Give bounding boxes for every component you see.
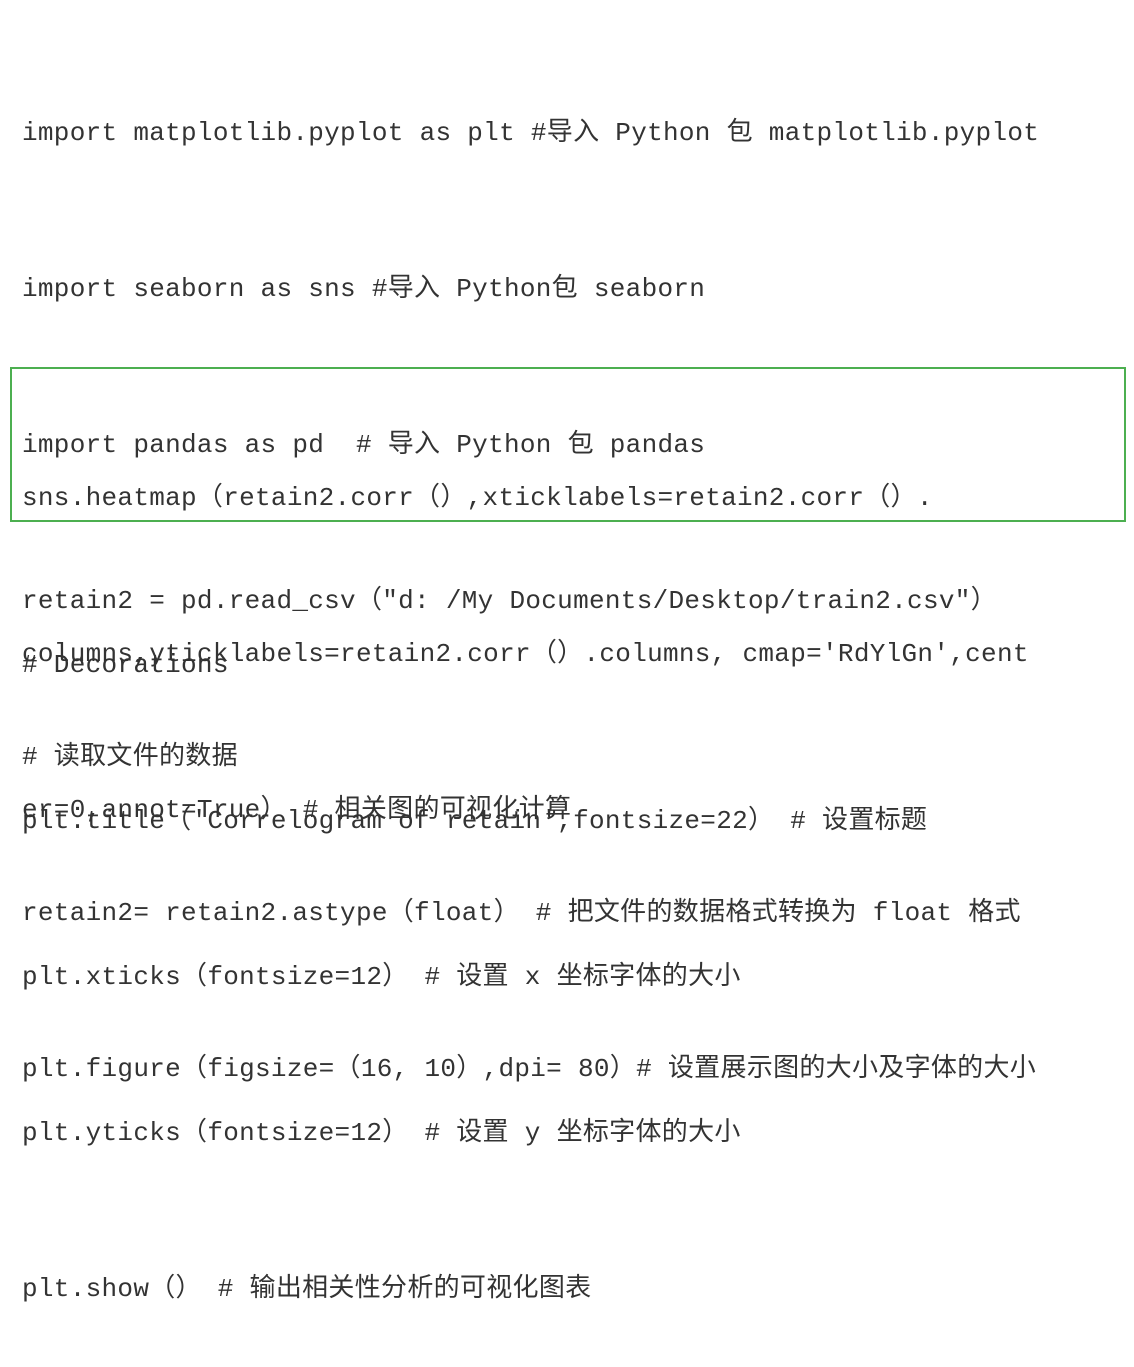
code-block-after: # Decorations plt.title（'Correlogram of …	[22, 535, 927, 1367]
code-line: sns.heatmap（retain2.corr（）,xticklabels=r…	[22, 483, 933, 513]
code-line: plt.xticks（fontsize=12） # 设置 x 坐标字体的大小	[22, 962, 741, 992]
code-line: # Decorations	[22, 650, 229, 680]
code-line: import matplotlib.pyplot as plt #导入 Pyth…	[22, 118, 1040, 148]
code-line: plt.show（） # 输出相关性分析的可视化图表	[22, 1274, 592, 1304]
highlighted-code-box: sns.heatmap（retain2.corr（）,xticklabels=r…	[10, 367, 1126, 825]
code-line: plt.yticks（fontsize=12） # 设置 y 坐标字体的大小	[22, 1118, 741, 1148]
code-line: plt.title（'Correlogram of retain',fontsi…	[22, 806, 928, 836]
code-line: import seaborn as sns #导入 Python包 seabor…	[22, 274, 706, 304]
